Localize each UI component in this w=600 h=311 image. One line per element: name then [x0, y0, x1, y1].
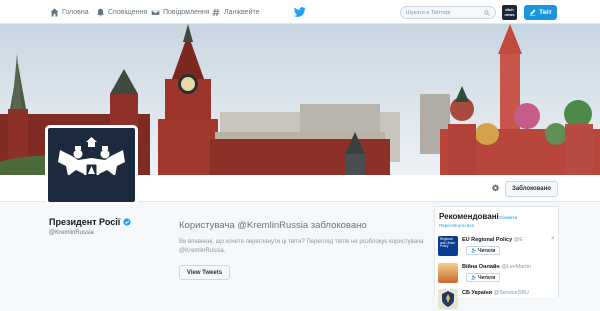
profile-avatar-frame: [45, 175, 138, 205]
search-icon[interactable]: [484, 9, 490, 16]
view-tweets-button[interactable]: View Tweets: [179, 265, 230, 280]
compose-icon: [529, 9, 536, 16]
nav-messages[interactable]: Повідомлення: [151, 0, 210, 24]
recommendation-handle: @ServiceSBU: [493, 290, 529, 296]
recommendation-item[interactable]: Regional and Urban Policy EU Regional Po…: [438, 236, 558, 258]
view-all-link[interactable]: Переглянути все: [439, 223, 474, 228]
recommendation-item[interactable]: СБ України @ServiceSBU: [438, 289, 558, 311]
follow-button-label: Читати: [478, 247, 496, 254]
bell-icon: [97, 8, 104, 16]
search-placeholder: Шукати в Твіттері: [406, 9, 451, 16]
recommendation-name[interactable]: СБ України @ServiceSBU: [462, 290, 529, 296]
profile-name[interactable]: Президент Росії: [49, 217, 131, 227]
nav-home-label: Головна: [62, 8, 89, 16]
recommendation-handle: @LevMartin: [501, 264, 531, 270]
twitter-bird-icon[interactable]: [294, 6, 306, 18]
recommendation-avatar[interactable]: [438, 289, 458, 309]
follow-button[interactable]: Читати: [466, 273, 501, 282]
recommendation-avatar[interactable]: [438, 263, 458, 283]
follow-icon: [471, 248, 476, 253]
nav-notifications[interactable]: Сповіщення: [96, 0, 147, 24]
home-icon: [50, 7, 59, 17]
envelope-icon: [151, 9, 160, 15]
nav-notifications-label: Сповіщення: [108, 8, 148, 16]
gear-icon[interactable]: [491, 184, 500, 193]
refresh-link[interactable]: Оновити: [499, 215, 517, 220]
profile-handle[interactable]: @KremlinRussia: [49, 230, 94, 236]
nav-me-label: Ланжвейте: [224, 8, 260, 16]
hashtag-icon: [212, 8, 220, 16]
recommendation-name-text: СБ України: [462, 290, 493, 296]
recommendation-name[interactable]: EU Regional Policy @E: [462, 237, 523, 243]
account-avatar[interactable]: dtch news: [502, 5, 517, 20]
recommendation-handle: @E: [513, 237, 523, 243]
profile-name-text: Президент Росії: [49, 217, 121, 227]
recommendation-avatar[interactable]: Regional and Urban Policy: [438, 236, 458, 256]
recommendation-name-text: Війна Онлайн: [462, 264, 500, 270]
account-avatar-line2: news: [504, 11, 515, 17]
recommendations-title: Рекомендовані: [439, 212, 499, 221]
recommendation-item[interactable]: Війна Онлайн @LevMartin Читати: [438, 263, 558, 285]
follow-button-label: Читати: [478, 274, 496, 281]
search-input[interactable]: Шукати в Твіттері: [400, 6, 496, 19]
tweet-button-label: Твіт: [539, 9, 552, 16]
top-navigation-bar: Головна Сповіщення Повідомлення Ланжвейт…: [0, 0, 600, 24]
follow-button[interactable]: Читати: [466, 246, 501, 255]
nav-messages-label: Повідомлення: [163, 8, 210, 16]
tweet-button[interactable]: Твіт: [524, 5, 557, 20]
dismiss-icon[interactable]: ×: [551, 236, 555, 242]
sbu-emblem-icon: [442, 291, 454, 307]
follow-icon: [471, 275, 476, 280]
recommendation-name[interactable]: Війна Онлайн @LevMartin: [462, 264, 531, 270]
blocked-button[interactable]: Заблоковано: [505, 181, 558, 197]
blocked-button-label: Заблоковано: [512, 186, 551, 192]
nav-home[interactable]: Головна: [50, 0, 89, 24]
nav-me[interactable]: Ланжвейте: [212, 0, 260, 24]
recommendation-name-text: EU Regional Policy: [462, 237, 513, 243]
recommendations-panel: Рекомендовані Оновити Переглянути все Re…: [434, 206, 559, 309]
recommendation-avatar-text: Regional and Urban Policy: [440, 237, 455, 249]
view-tweets-label: View Tweets: [186, 269, 223, 276]
blocked-notice-text: Ви впевнені, що хочете переглянути ці тв…: [179, 239, 424, 254]
verified-badge-icon: [123, 218, 131, 226]
blocked-notice-title: Користувача @KremlinRussia заблоковано: [179, 220, 367, 231]
